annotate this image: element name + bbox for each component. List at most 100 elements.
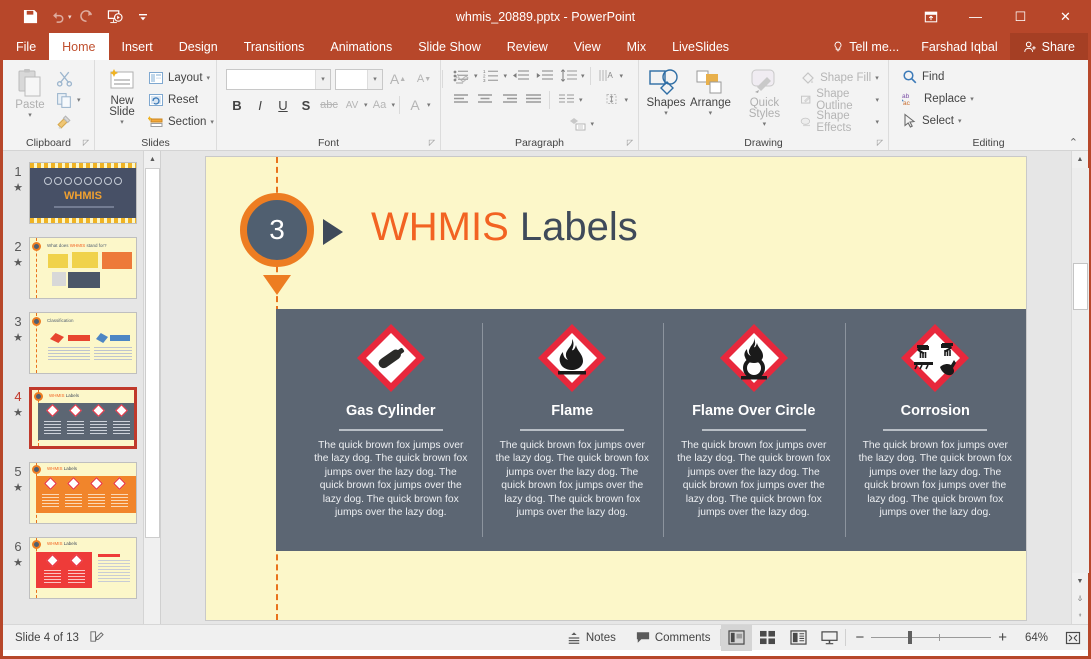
font-size-combobox[interactable]: ▾ bbox=[335, 69, 383, 90]
bullets-button[interactable] bbox=[450, 65, 472, 86]
slide-number-badge[interactable]: 3 bbox=[240, 193, 314, 267]
tab-mix[interactable]: Mix bbox=[614, 33, 659, 60]
paste-button[interactable]: Paste ▾ bbox=[8, 65, 52, 119]
zoom-slider-track[interactable] bbox=[871, 637, 991, 638]
canvas-scroll-track[interactable] bbox=[1072, 168, 1089, 573]
thumbnail-preview[interactable]: WHMIS Labels bbox=[29, 462, 137, 524]
shape-effects-button[interactable]: Shape Effects ▾ bbox=[796, 111, 883, 133]
paste-dropdown-icon[interactable]: ▾ bbox=[28, 111, 32, 119]
find-button[interactable]: Find bbox=[898, 66, 978, 88]
canvas-vertical-scrollbar[interactable]: ▲ ▼ ⍙ ⍖ bbox=[1071, 151, 1088, 624]
normal-view-button[interactable] bbox=[721, 625, 752, 651]
smartart-dropdown-icon[interactable]: ▾ bbox=[591, 120, 595, 128]
tab-liveslides[interactable]: LiveSlides bbox=[659, 33, 742, 60]
columns-dropdown-icon[interactable]: ▾ bbox=[579, 96, 583, 104]
arrange-button[interactable]: Arrange ▾ bbox=[688, 65, 733, 117]
zoom-out-button[interactable]: − bbox=[855, 629, 864, 646]
tab-animations[interactable]: Animations bbox=[317, 33, 405, 60]
replace-dropdown-icon[interactable]: ▾ bbox=[970, 95, 974, 103]
align-text-button[interactable] bbox=[601, 89, 623, 110]
save-icon[interactable] bbox=[17, 5, 43, 29]
replace-button[interactable]: abac Replace ▾ bbox=[898, 88, 978, 110]
shape-outline-dropdown-icon[interactable]: ▾ bbox=[875, 96, 879, 104]
tab-review[interactable]: Review bbox=[494, 33, 561, 60]
thumbnail-preview[interactable]: WHMIS bbox=[29, 162, 137, 224]
copy-button[interactable]: ▾ bbox=[52, 89, 85, 111]
layout-button[interactable]: Layout ▾ bbox=[144, 67, 218, 89]
close-button[interactable]: ✕ bbox=[1043, 0, 1088, 33]
thumbnail-item-5[interactable]: 5 ★ WHMIS Labels bbox=[3, 457, 160, 532]
thumbnail-preview[interactable]: WHMIS Labels bbox=[29, 537, 137, 599]
tell-me-search[interactable]: Tell me... bbox=[822, 40, 909, 54]
thumbnail-item-4[interactable]: 4 ★ WHMIS Labels bbox=[3, 382, 160, 457]
font-size-dropdown-icon[interactable]: ▾ bbox=[373, 75, 377, 83]
slide-editing-surface[interactable]: 3 WHMIS Labels bbox=[206, 157, 1026, 620]
canvas-scroll-up-icon[interactable]: ▲ bbox=[1072, 151, 1089, 168]
section-dropdown-icon[interactable]: ▾ bbox=[210, 118, 214, 126]
clipboard-dialog-launcher[interactable]: ◸ bbox=[83, 138, 89, 147]
customize-qat-icon[interactable] bbox=[130, 5, 156, 29]
font-color-button[interactable]: A bbox=[404, 94, 426, 116]
notes-button[interactable]: Notes bbox=[557, 625, 626, 651]
thumbnail-scrollbar[interactable]: ▲ bbox=[143, 151, 160, 624]
justify-button[interactable] bbox=[522, 89, 544, 110]
new-slide-dropdown-icon[interactable]: ▾ bbox=[120, 118, 124, 126]
text-direction-button[interactable]: A bbox=[596, 65, 618, 86]
character-spacing-dropdown-icon[interactable]: ▾ bbox=[364, 101, 368, 109]
font-color-dropdown-icon[interactable]: ▾ bbox=[427, 101, 431, 109]
quick-styles-dropdown-icon[interactable]: ▾ bbox=[763, 120, 767, 128]
underline-button[interactable]: U bbox=[272, 94, 294, 116]
thumbnail-item-2[interactable]: 2 ★ What does WHMIS stand for? bbox=[3, 232, 160, 307]
thumbnail-scroll-thumb[interactable] bbox=[145, 168, 160, 538]
shape-effects-dropdown-icon[interactable]: ▾ bbox=[875, 118, 879, 126]
bold-button[interactable]: B bbox=[226, 94, 248, 116]
font-name-dropdown-icon[interactable]: ▾ bbox=[321, 75, 325, 83]
align-text-dropdown-icon[interactable]: ▾ bbox=[625, 96, 629, 104]
tab-insert[interactable]: Insert bbox=[109, 33, 166, 60]
slide-title[interactable]: WHMIS Labels bbox=[371, 205, 638, 250]
undo-dropdown-icon[interactable]: ▾ bbox=[68, 13, 72, 21]
columns-button[interactable] bbox=[555, 89, 577, 110]
fit-to-window-button[interactable] bbox=[1057, 625, 1088, 651]
start-presentation-icon[interactable] bbox=[102, 5, 128, 29]
hazard-card-flame[interactable]: Flame The quick brown fox jumps over the… bbox=[482, 309, 664, 551]
canvas-scroll-thumb[interactable] bbox=[1073, 263, 1088, 310]
shape-fill-button[interactable]: Shape Fill ▾ bbox=[796, 67, 883, 89]
decrease-font-size-button[interactable]: A▼ bbox=[413, 68, 435, 90]
thumbnail-preview[interactable]: Classification bbox=[29, 312, 137, 374]
shapes-dropdown-icon[interactable]: ▾ bbox=[664, 109, 668, 117]
slide-notes-indicator-icon[interactable] bbox=[89, 629, 104, 647]
select-dropdown-icon[interactable]: ▾ bbox=[958, 117, 962, 125]
numbering-button[interactable]: 123 bbox=[480, 65, 502, 86]
shape-fill-dropdown-icon[interactable]: ▾ bbox=[875, 74, 879, 82]
next-slide-button[interactable]: ⍖ bbox=[1072, 607, 1089, 624]
paragraph-dialog-launcher[interactable]: ◸ bbox=[627, 138, 633, 147]
increase-indent-button[interactable] bbox=[533, 65, 555, 86]
slide-show-view-button[interactable] bbox=[814, 625, 845, 651]
thumbnail-scroll-up-icon[interactable]: ▲ bbox=[144, 151, 161, 168]
reading-view-button[interactable] bbox=[783, 625, 814, 651]
format-painter-button[interactable] bbox=[52, 111, 85, 133]
redo-icon[interactable] bbox=[74, 5, 100, 29]
maximize-button[interactable]: ☐ bbox=[998, 0, 1043, 33]
new-slide-button[interactable]: New Slide ▾ bbox=[100, 65, 144, 126]
drawing-dialog-launcher[interactable]: ◸ bbox=[877, 138, 883, 147]
select-button[interactable]: Select ▾ bbox=[898, 110, 978, 132]
tab-view[interactable]: View bbox=[561, 33, 614, 60]
cut-button[interactable] bbox=[52, 67, 85, 89]
hazard-card-corrosion[interactable]: Corrosion The quick brown fox jumps over… bbox=[845, 309, 1027, 551]
convert-to-smartart-button[interactable] bbox=[567, 113, 589, 134]
zoom-slider-handle[interactable] bbox=[908, 631, 912, 644]
align-center-button[interactable] bbox=[474, 89, 496, 110]
share-button[interactable]: Share bbox=[1010, 33, 1088, 60]
ribbon-display-options-icon[interactable] bbox=[908, 0, 953, 33]
line-spacing-dropdown-icon[interactable]: ▾ bbox=[581, 72, 585, 80]
thumbnail-preview[interactable]: What does WHMIS stand for? bbox=[29, 237, 137, 299]
align-right-button[interactable] bbox=[498, 89, 520, 110]
text-shadow-button[interactable]: S bbox=[295, 94, 317, 116]
numbering-dropdown-icon[interactable]: ▾ bbox=[504, 72, 508, 80]
tab-design[interactable]: Design bbox=[166, 33, 231, 60]
shape-outline-button[interactable]: Shape Outline ▾ bbox=[796, 89, 883, 111]
zoom-in-button[interactable]: + bbox=[998, 629, 1007, 646]
thumbnail-item-1[interactable]: 1 ★ bbox=[3, 157, 160, 232]
